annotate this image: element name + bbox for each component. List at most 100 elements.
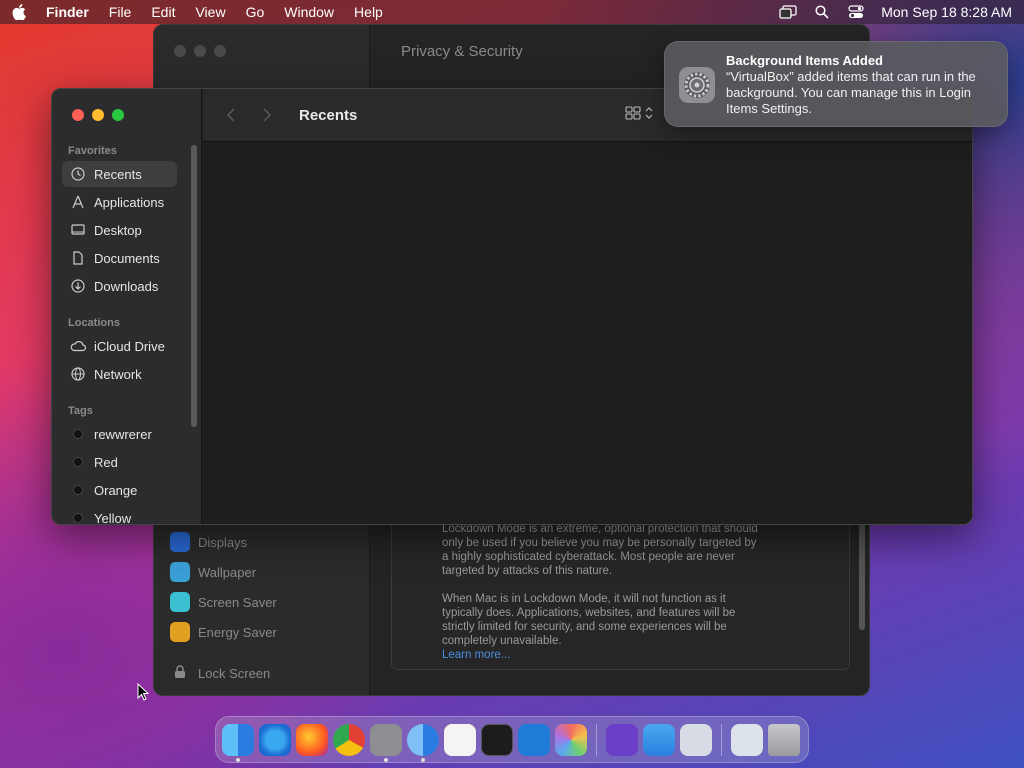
- window-controls: [72, 109, 124, 121]
- dock-safari-icon[interactable]: [259, 723, 291, 756]
- sidebar-item-recents[interactable]: Recents: [62, 161, 177, 187]
- finder-content-area[interactable]: [203, 143, 972, 524]
- settings-item-energy-saver[interactable]: Energy Saver: [170, 617, 360, 647]
- lockdown-description: Lockdown Mode is an extreme, optional pr…: [442, 523, 758, 577]
- settings-window-controls: [174, 45, 226, 57]
- dock-vscode-icon[interactable]: [518, 723, 550, 756]
- dock-textedit-icon[interactable]: [444, 723, 476, 756]
- dock-system-settings-icon[interactable]: [370, 723, 402, 762]
- running-indicator: [384, 757, 388, 762]
- mouse-cursor-icon: [137, 682, 150, 706]
- close-button[interactable]: [72, 109, 84, 121]
- tag-dot-icon: [73, 429, 83, 439]
- displays-icon: [170, 532, 190, 552]
- screen-saver-icon: [170, 592, 190, 612]
- settings-sidebar-list: Displays Wallpaper Screen Saver Energy S…: [170, 527, 360, 647]
- menu-app-finder[interactable]: Finder: [46, 4, 89, 20]
- tag-dot-icon: [73, 457, 83, 467]
- menubar-clock[interactable]: Mon Sep 18 8:28 AM: [881, 4, 1012, 20]
- dock-firefox-icon[interactable]: [296, 723, 328, 756]
- sidebar-item-applications[interactable]: Applications: [62, 189, 177, 215]
- menu-go[interactable]: Go: [246, 4, 265, 20]
- zoom-button[interactable]: [112, 109, 124, 121]
- dock-chrome-canary-icon[interactable]: [407, 723, 439, 762]
- menu-help[interactable]: Help: [354, 4, 383, 20]
- tag-dot-icon: [73, 513, 83, 523]
- sidebar-item-tag-yellow[interactable]: Yellow: [62, 505, 177, 525]
- back-button[interactable]: [219, 103, 243, 127]
- energy-saver-icon: [170, 622, 190, 642]
- wallpaper-icon: [170, 562, 190, 582]
- tag-dot-icon: [73, 485, 83, 495]
- sidebar-item-label: Applications: [94, 194, 165, 210]
- learn-more-link[interactable]: Learn more...: [442, 649, 510, 661]
- settings-zoom-button[interactable]: [214, 45, 226, 57]
- notification-body: “VirtualBox” added items that can run in…: [726, 69, 976, 116]
- sidebar-item-downloads[interactable]: Downloads: [62, 273, 177, 299]
- desktop-icon: [70, 222, 86, 238]
- settings-close-button[interactable]: [174, 45, 186, 57]
- sidebar-item-tag-red[interactable]: Red: [62, 449, 177, 475]
- dock-preview-icon[interactable]: [680, 723, 712, 756]
- sidebar-scrollbar[interactable]: [191, 145, 197, 427]
- settings-item-label: Screen Saver: [198, 594, 277, 610]
- cloud-icon: [70, 338, 86, 354]
- minimize-button[interactable]: [92, 109, 104, 121]
- sidebar-item-tag-orange[interactable]: Orange: [62, 477, 177, 503]
- sidebar-item-label: Downloads: [94, 278, 159, 294]
- sidebar-item-label: Red: [94, 454, 118, 470]
- forward-button[interactable]: [255, 103, 279, 127]
- control-center-icon[interactable]: [847, 5, 865, 19]
- sidebar-item-label: Network: [94, 366, 142, 382]
- dock-finder-icon[interactable]: [222, 723, 254, 762]
- lockdown-mode-panel: Lockdown Mode is an extreme, optional pr…: [391, 513, 850, 670]
- settings-item-displays[interactable]: Displays: [170, 527, 360, 557]
- finder-window: Favorites Recents Applications Desktop D…: [51, 88, 973, 525]
- sidebar-item-documents[interactable]: Documents: [62, 245, 177, 271]
- download-icon: [70, 278, 86, 294]
- sidebar-item-icloud-drive[interactable]: iCloud Drive: [62, 333, 177, 359]
- sidebar-item-label: Recents: [94, 166, 142, 182]
- favorites-header: Favorites: [68, 145, 117, 157]
- menu-view[interactable]: View: [195, 4, 225, 20]
- menu-edit[interactable]: Edit: [151, 4, 175, 20]
- settings-scrollbar[interactable]: [859, 515, 865, 630]
- dock-trash-icon[interactable]: [768, 723, 800, 756]
- settings-item-label: Energy Saver: [198, 624, 277, 640]
- dock-launchpad-icon[interactable]: [555, 723, 587, 756]
- screen-mirroring-icon[interactable]: [779, 5, 797, 19]
- lock-icon: [174, 665, 186, 682]
- sidebar-item-desktop[interactable]: Desktop: [62, 217, 177, 243]
- notification-title: Background Items Added: [726, 53, 883, 68]
- settings-item-wallpaper[interactable]: Wallpaper: [170, 557, 360, 587]
- dock-chrome-icon[interactable]: [333, 723, 365, 756]
- view-mode-button[interactable]: [625, 106, 653, 125]
- sidebar-item-tag-rewwrerer[interactable]: rewwrerer: [62, 421, 177, 447]
- menu-window[interactable]: Window: [284, 4, 334, 20]
- settings-item-lock-screen[interactable]: Lock Screen: [174, 665, 270, 682]
- dock-icloud-icon[interactable]: [643, 723, 675, 756]
- settings-page-title: Privacy & Security: [401, 43, 523, 60]
- lockdown-warning: When Mac is in Lockdown Mode, it will no…: [442, 593, 736, 647]
- clock-icon: [70, 166, 86, 182]
- chevron-up-down-icon: [645, 106, 653, 125]
- spotlight-search-icon[interactable]: [813, 5, 831, 19]
- apple-menu-icon[interactable]: [12, 4, 28, 20]
- settings-item-label: Wallpaper: [198, 564, 257, 580]
- running-indicator: [236, 757, 240, 762]
- settings-item-label: Displays: [198, 534, 248, 550]
- dock-visual-studio-icon[interactable]: [606, 723, 638, 756]
- menu-file[interactable]: File: [109, 4, 132, 20]
- running-indicator: [421, 757, 425, 762]
- sidebar-item-label: Yellow: [94, 510, 132, 525]
- sidebar-item-network[interactable]: Network: [62, 361, 177, 387]
- sidebar-item-label: rewwrerer: [94, 426, 152, 442]
- dock-downloads-stack-icon[interactable]: [731, 723, 763, 756]
- settings-item-screen-saver[interactable]: Screen Saver: [170, 587, 360, 617]
- dock-terminal-icon[interactable]: [481, 723, 513, 756]
- sidebar-item-label: Desktop: [94, 222, 142, 238]
- system-settings-gear-icon: [678, 66, 716, 104]
- settings-minimize-button[interactable]: [194, 45, 206, 57]
- document-icon: [70, 250, 86, 266]
- notification-banner[interactable]: Background Items Added “VirtualBox” adde…: [664, 41, 1008, 127]
